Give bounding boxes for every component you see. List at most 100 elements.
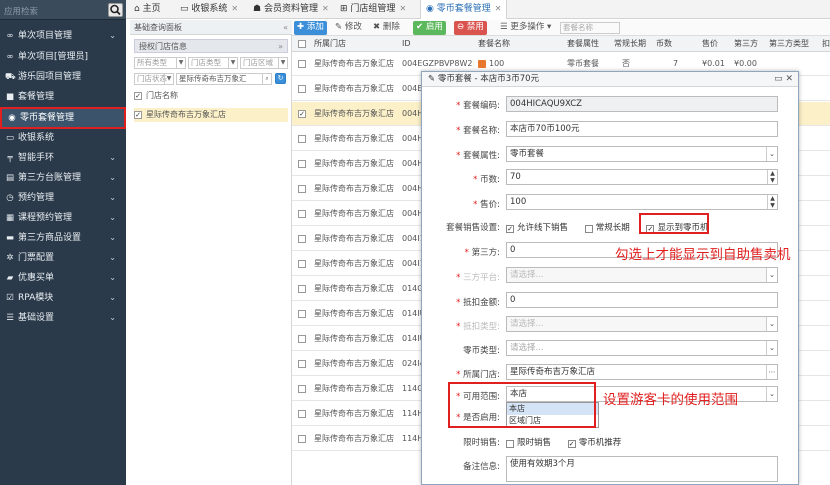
row-checkbox[interactable]: ✓ [298,102,310,126]
code-field[interactable]: 004HICAQU9XCZ [506,96,778,112]
stepper-icon[interactable]: ▲ ▼ [767,195,777,209]
store-list-item[interactable]: ✓ 星际传奇布吉万象汇店 [134,108,288,122]
refresh-icon[interactable]: ↻ [275,73,286,84]
sidebar-item-wristband[interactable]: ╤ 智能手环 ⌄ [0,148,126,168]
package-name-search[interactable]: 套餐名称 [560,22,620,34]
store-field[interactable]: 星际传奇布吉万象汇店 ⋯ [506,364,778,380]
col-deduct[interactable]: 扣 [822,36,830,52]
row-checkbox[interactable] [298,402,310,426]
tab-store-group[interactable]: ⊞ 门店组管理 ✕ [340,0,406,19]
window-controls[interactable]: ▭ ✕ [774,72,793,87]
tab-member[interactable]: ☗ 会员资料管理 ✕ [253,0,329,19]
col-attr[interactable]: 套餐属性 [567,36,599,52]
sidebar-item-amusement[interactable]: ⛟ 游乐园项目管理 [0,67,126,87]
sidebar-item-course-booking[interactable]: ▦ 课程预约管理 ⌄ [0,208,126,228]
coin-type-select[interactable]: 请选择... ⌄ [506,340,778,356]
row-checkbox[interactable] [298,377,310,401]
col-name[interactable]: 套餐名称 [478,36,510,52]
close-icon[interactable]: ✕ [322,4,329,13]
row-checkbox[interactable] [298,152,310,176]
machine-recommend-checkbox[interactable]: ✓ 零币机推荐 [567,436,622,448]
row-checkbox[interactable] [298,177,310,201]
search-icon[interactable] [108,3,123,17]
close-icon[interactable]: ✕ [399,4,406,13]
disable-button[interactable]: ⊖ 禁用 [454,21,487,35]
row-checkbox[interactable] [298,77,310,101]
deduct-type-select[interactable]: 请选择... ⌄ [506,316,778,332]
collapse-icon[interactable]: » [278,40,283,54]
checkbox-icon[interactable]: ✓ [134,110,142,119]
highlight-range [448,382,596,428]
chevron-down-icon: ⌄ [109,173,116,182]
remark-textarea[interactable]: 使用有效期3个月 [506,456,778,482]
type-select[interactable]: 所有类型 ▼ [134,57,186,69]
price-field[interactable]: 100 ▲ ▼ [506,194,778,210]
col-third[interactable]: 第三方 [734,36,758,52]
row-checkbox[interactable] [298,302,310,326]
more-actions-button[interactable]: ☰ 更多操作 ▾ [497,21,554,35]
checkbox-icon[interactable] [298,36,310,52]
delete-button[interactable]: ✖ 删除 [370,21,403,35]
col-price[interactable]: 售价 [702,36,718,52]
deduct-field[interactable]: 0 [506,292,778,308]
row-checkbox[interactable] [298,202,310,226]
sidebar-item-cashier[interactable]: ▭ 收银系统 [0,128,126,148]
attr-select[interactable]: 零币套餐 ⌄ [506,146,778,162]
close-icon[interactable]: ✕ [495,4,502,13]
sidebar-search[interactable]: 应用检索 [0,0,126,20]
offline-sale-label: 允许线下销售 [517,223,569,233]
row-checkbox[interactable] [298,252,310,276]
sidebar-item-label: 优惠买单 [18,273,55,283]
col-long[interactable]: 常规长期 [614,36,646,52]
sidebar-item-third-ledger[interactable]: ▤ 第三方台账管理 ⌄ [0,168,126,188]
sidebar-item-ticket[interactable]: ✲ 门票配置 ⌄ [0,248,126,268]
coin-type-label: 零币类型: [463,346,500,356]
platform-select[interactable]: 请选择... ⌄ [506,267,778,283]
sidebar-item-third-goods[interactable]: ▬ 第三方商品设置 ⌄ [0,228,126,248]
row-checkbox[interactable] [298,427,310,451]
col-coins[interactable]: 币数 [656,36,672,52]
tab-cashier[interactable]: ▭ 收银系统 ✕ [180,0,238,19]
sidebar-item-single-project[interactable]: ∞ 单次项目管理 ⌄ [0,26,126,46]
offline-sale-checkbox[interactable]: ✓ 允许线下销售 [506,221,568,233]
stepper-icon[interactable]: ▲ ▼ [767,170,777,184]
remark-value: 使用有效期3个月 [510,459,575,469]
checkbox-icon[interactable]: ✓ [134,91,142,100]
store-name-input[interactable]: 星际传奇布吉万象汇 ⌕ [176,73,272,85]
sidebar-item-label: 智能手环 [18,153,55,163]
sidebar-item-settings[interactable]: ☰ 基础设置 ⌄ [0,308,126,328]
minus-icon [478,59,486,68]
edit-button[interactable]: ✎ 修改 [332,21,365,35]
sidebar-item-discount[interactable]: ▰ 优惠买单 ⌄ [0,268,126,288]
name-field[interactable]: 本店币70币100元 [506,121,778,137]
coins-field[interactable]: 70 ▲ ▼ [506,169,778,185]
sidebar-item-rpa[interactable]: ☑ RPA模块 ⌄ [0,288,126,308]
row-checkbox[interactable] [298,227,310,251]
collapse-icon[interactable]: « [283,20,288,35]
row-checkbox[interactable] [298,327,310,351]
tab-home[interactable]: ⌂ 主页 [134,0,161,19]
store-area-select[interactable]: 门店区域 ▼ [240,57,288,69]
enable-button[interactable]: ✔ 启用 [413,21,446,35]
row-checkbox[interactable] [298,277,310,301]
add-button[interactable]: ✚ 添加 [294,21,327,35]
row-checkbox[interactable] [298,52,310,76]
col-id[interactable]: ID [402,36,411,52]
store-status-select[interactable]: 门店状态 ▼ [134,73,174,85]
sidebar-item-single-project-admin[interactable]: ∞ 单次项目[管理员] [0,47,126,67]
row-checkbox[interactable] [298,127,310,151]
limit-sale-checkbox[interactable]: 限时销售 [506,436,551,448]
sidebar-item-package[interactable]: ■ 套餐管理 [0,87,126,107]
machine-recommend-label: 零币机推荐 [578,438,622,448]
col-third-type[interactable]: 第三方类型 [769,36,809,52]
row-checkbox[interactable] [298,352,310,376]
more-icon[interactable]: ⋯ [766,365,777,379]
close-icon[interactable]: ✕ [231,4,238,13]
code-value: 004HICAQU9XCZ [510,99,583,109]
col-store[interactable]: 所属门店 [314,36,346,52]
sidebar-item-booking[interactable]: ◷ 预约管理 ⌄ [0,188,126,208]
regular-long-checkbox[interactable]: 常规长期 [584,221,630,233]
store-type-select[interactable]: 门店类型 ▼ [188,57,238,69]
sidebar-item-coin-package[interactable]: ◉ 零币套餐管理 [0,107,126,129]
tab-coin-package[interactable]: ◉ 零币套餐管理 ✕ [420,0,508,19]
